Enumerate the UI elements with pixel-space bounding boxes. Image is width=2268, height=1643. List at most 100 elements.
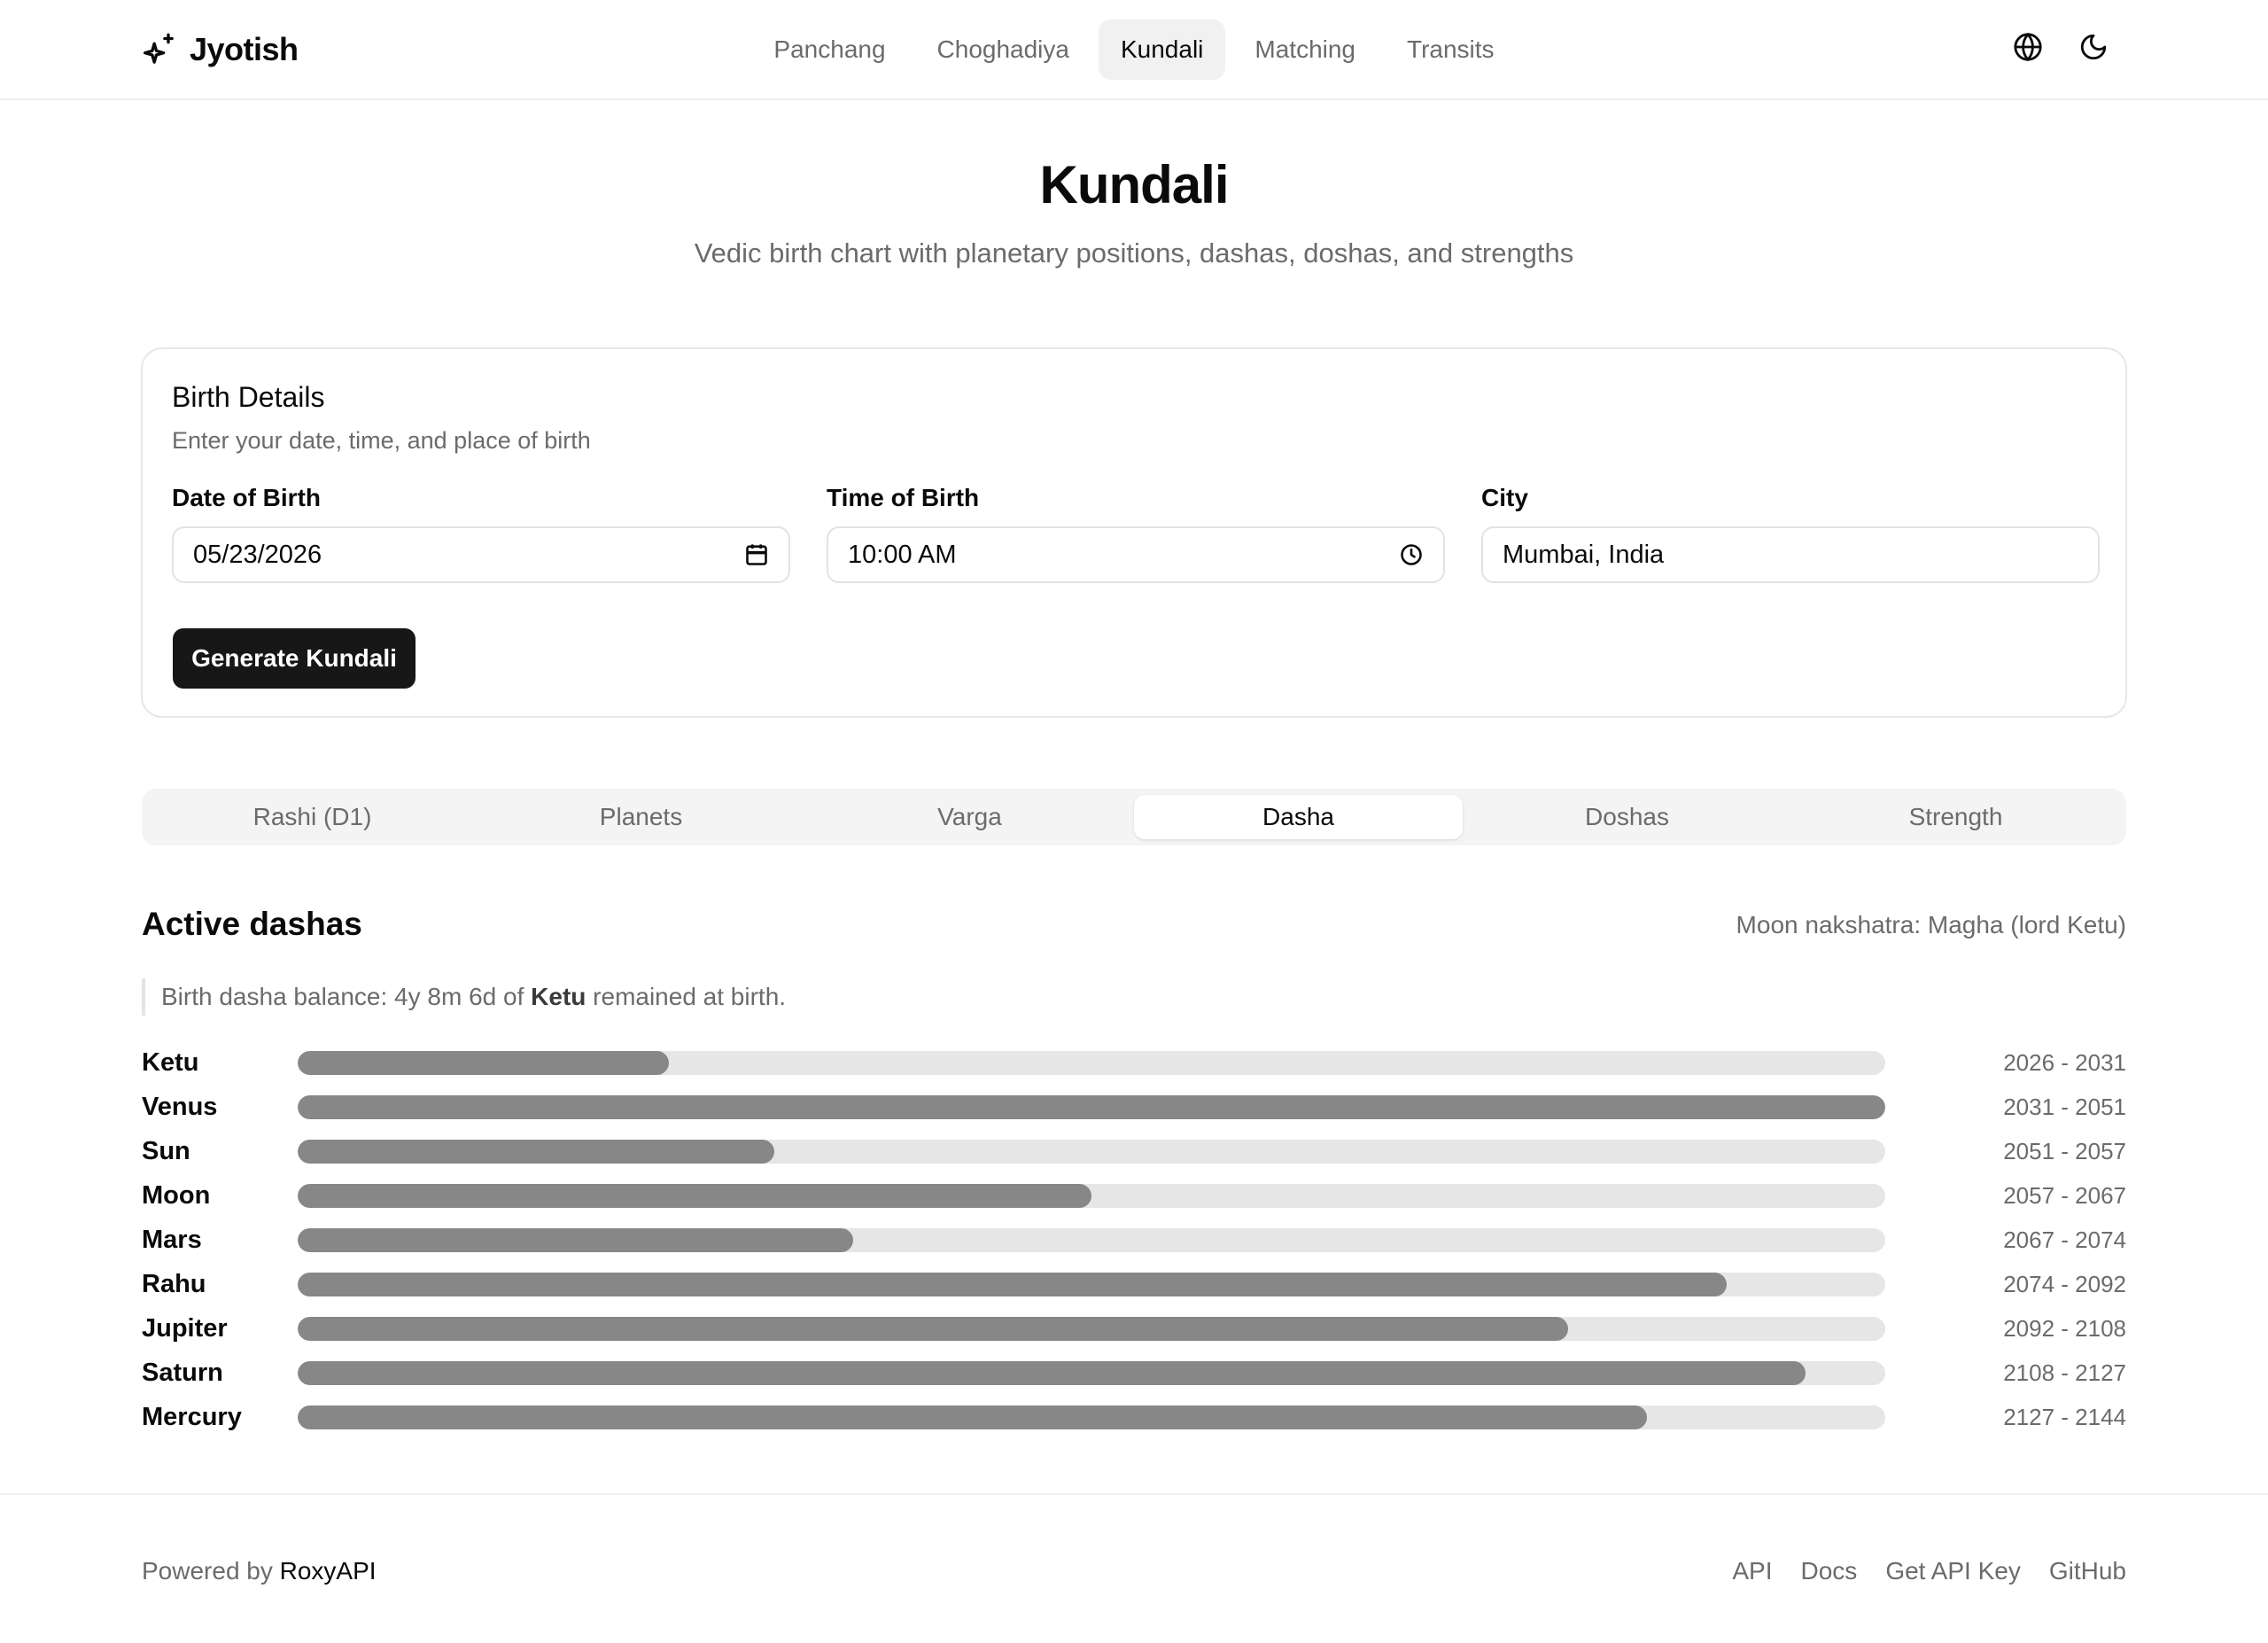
dasha-list: Ketu 2026 - 2031 Venus 2031 - 2051 Sun 2… [142,1040,2126,1439]
dasha-row: Moon 2057 - 2067 [142,1173,2126,1218]
date-of-birth-input[interactable]: 05/23/2026 [172,526,790,583]
moon-nakshatra: Moon nakshatra: Magha (lord Ketu) [1736,911,2126,938]
dasha-bar-fill [298,1316,1568,1341]
dasha-bar-fill [298,1405,1648,1429]
tab-dasha[interactable]: Dasha [1134,795,1463,839]
dasha-bar-track [298,1227,1885,1252]
dasha-planet: Sun [142,1136,190,1165]
city-label: City [1481,484,1528,511]
kundali-tabs: Rashi (D1) Planets Varga Dasha Doshas St… [142,789,2126,845]
footer-link-get-api-key[interactable]: Get API Key [1885,1557,2021,1585]
dasha-bar-fill [298,1183,1091,1208]
time-of-birth-field: Time of Birth 10:00 AM [827,484,1445,583]
city-value: Mumbai, India [1503,540,1665,569]
dasha-bar-track [298,1360,1885,1385]
powered-by-prefix: Powered by [142,1557,280,1585]
dasha-planet: Moon [142,1180,211,1210]
dasha-planet: Saturn [142,1358,223,1387]
dasha-row: Venus 2031 - 2051 [142,1085,2126,1129]
dasha-planet: Rahu [142,1269,206,1298]
footer-link-github[interactable]: GitHub [2049,1557,2126,1585]
dasha-bar-track [298,1050,1885,1075]
dasha-years: 2051 - 2057 [2003,1137,2126,1164]
dasha-years: 2057 - 2067 [2003,1181,2126,1209]
time-of-birth-label: Time of Birth [827,484,980,511]
powered-by: Powered by RoxyAPI [142,1557,377,1585]
dasha-years: 2108 - 2127 [2003,1359,2126,1386]
dasha-row: Sun 2051 - 2057 [142,1129,2126,1173]
dasha-row: Ketu 2026 - 2031 [142,1040,2126,1085]
dasha-years: 2127 - 2144 [2003,1403,2126,1430]
clock-icon[interactable] [1399,542,1424,567]
dasha-planet: Mars [142,1225,202,1254]
dasha-bar-track [298,1272,1885,1296]
time-of-birth-input[interactable]: 10:00 AM [827,526,1445,583]
active-dashas-title: Active dashas [142,906,362,942]
tab-planets[interactable]: Planets [477,795,805,839]
card-title: Birth Details [172,381,325,413]
dasha-row: Rahu 2074 - 2092 [142,1262,2126,1306]
footer-link-api[interactable]: API [1732,1557,1772,1585]
card-description: Enter your date, time, and place of birt… [172,427,591,454]
city-input[interactable]: Mumbai, India [1481,526,2100,583]
dasha-bar-fill [298,1094,1885,1119]
dasha-bar-fill [298,1139,774,1164]
header-actions [2013,32,2109,62]
dasha-bar-fill [298,1360,1806,1385]
main-nav: Panchang Choghadiya Kundali Matching Tra… [0,19,2268,80]
dasha-row: Mercury 2127 - 2144 [142,1395,2126,1439]
top-header: Jyotish Panchang Choghadiya Kundali Matc… [0,0,2268,100]
tab-doshas[interactable]: Doshas [1463,795,1791,839]
dasha-years: 2026 - 2031 [2003,1048,2126,1076]
dasha-planet: Mercury [142,1402,242,1431]
calendar-icon[interactable] [744,542,769,567]
tab-rashi[interactable]: Rashi (D1) [148,795,477,839]
date-of-birth-value: 05/23/2026 [193,540,322,569]
tab-varga[interactable]: Varga [805,795,1134,839]
page-subtitle: Vedic birth chart with planetary positio… [694,237,1574,269]
nav-kundali[interactable]: Kundali [1098,19,1226,80]
balance-prefix: Birth dasha balance: 4y 8m 6d of [161,983,532,1010]
dasha-bar-fill [298,1050,670,1075]
dasha-bar-track [298,1183,1885,1208]
dasha-row: Mars 2067 - 2074 [142,1218,2126,1262]
nav-panchang[interactable]: Panchang [751,19,907,80]
date-of-birth-field: Date of Birth 05/23/2026 [172,484,790,583]
date-of-birth-label: Date of Birth [172,484,321,511]
dasha-planet: Venus [142,1092,218,1121]
site-footer: Powered by RoxyAPI API Docs Get API Key … [0,1493,2268,1643]
dasha-bar-fill [298,1227,854,1252]
globe-icon [2014,32,2042,62]
generate-kundali-button[interactable]: Generate Kundali [173,628,416,689]
nav-matching[interactable]: Matching [1232,19,1378,80]
roxyapi-link[interactable]: RoxyAPI [280,1557,377,1585]
dasha-row: Jupiter 2092 - 2108 [142,1306,2126,1351]
footer-links: API Docs Get API Key GitHub [1732,1557,2126,1585]
birth-dasha-balance: Birth dasha balance: 4y 8m 6d of Ketu re… [142,978,786,1016]
nav-transits[interactable]: Transits [1385,19,1517,80]
time-of-birth-value: 10:00 AM [848,540,957,569]
dasha-years: 2067 - 2074 [2003,1226,2126,1253]
language-button[interactable] [2013,32,2043,62]
dasha-planet: Ketu [142,1047,199,1077]
moon-icon [2080,34,2107,60]
city-field: City Mumbai, India [1481,484,2100,583]
dasha-row: Saturn 2108 - 2127 [142,1351,2126,1395]
dasha-planet: Jupiter [142,1313,228,1343]
balance-lord: Ketu [531,983,586,1010]
balance-suffix: remained at birth. [586,983,787,1010]
nav-choghadiya[interactable]: Choghadiya [915,19,1091,80]
birth-details-card: Birth Details Enter your date, time, and… [141,347,2127,718]
theme-toggle-button[interactable] [2078,32,2109,62]
dasha-bar-track [298,1316,1885,1341]
dasha-years: 2031 - 2051 [2003,1093,2126,1120]
footer-link-docs[interactable]: Docs [1801,1557,1858,1585]
page-title: Kundali [1039,155,1230,214]
dasha-bar-fill [298,1272,1727,1296]
dasha-bar-track [298,1139,1885,1164]
dasha-bar-track [298,1094,1885,1119]
dasha-years: 2074 - 2092 [2003,1270,2126,1297]
dasha-bar-track [298,1405,1885,1429]
dasha-years: 2092 - 2108 [2003,1314,2126,1342]
tab-strength[interactable]: Strength [1791,795,2120,839]
